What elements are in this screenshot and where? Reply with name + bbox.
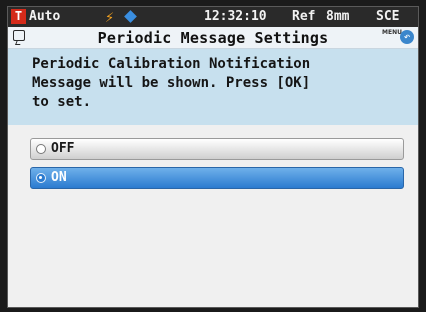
ref-indicator: Ref — [292, 9, 316, 24]
status-bar: T Auto ⚡︎ 12:32:10 Ref 8mm SCE — [8, 7, 418, 27]
lightning-icon: ⚡︎ — [105, 8, 115, 26]
clock: 12:32:10 — [204, 9, 267, 24]
menu-return-button[interactable]: MENU ↶ — [382, 29, 414, 46]
option-on[interactable]: ON — [30, 167, 404, 189]
option-off-label: OFF — [51, 141, 75, 156]
page-title: Periodic Message Settings — [97, 29, 329, 47]
return-arrow-icon: ↶ — [400, 30, 414, 44]
aperture-indicator: 8mm — [326, 9, 350, 24]
diamond-icon — [124, 10, 137, 23]
mode-badge: T — [11, 9, 26, 24]
radio-off[interactable] — [36, 144, 46, 154]
mode-label: Auto — [29, 9, 61, 24]
option-off[interactable]: OFF — [30, 138, 404, 160]
instruction-message: Periodic Calibration Notification Messag… — [32, 56, 311, 110]
device-screen: T Auto ⚡︎ 12:32:10 Ref 8mm SCE Periodic … — [7, 6, 419, 308]
option-on-label: ON — [51, 170, 67, 185]
message-panel: Periodic Calibration Notification Messag… — [8, 49, 418, 125]
menu-label: MENU — [382, 29, 402, 36]
radio-on[interactable] — [36, 173, 46, 183]
specular-indicator: SCE — [376, 9, 400, 24]
title-bar: Periodic Message Settings MENU ↶ — [8, 27, 418, 49]
